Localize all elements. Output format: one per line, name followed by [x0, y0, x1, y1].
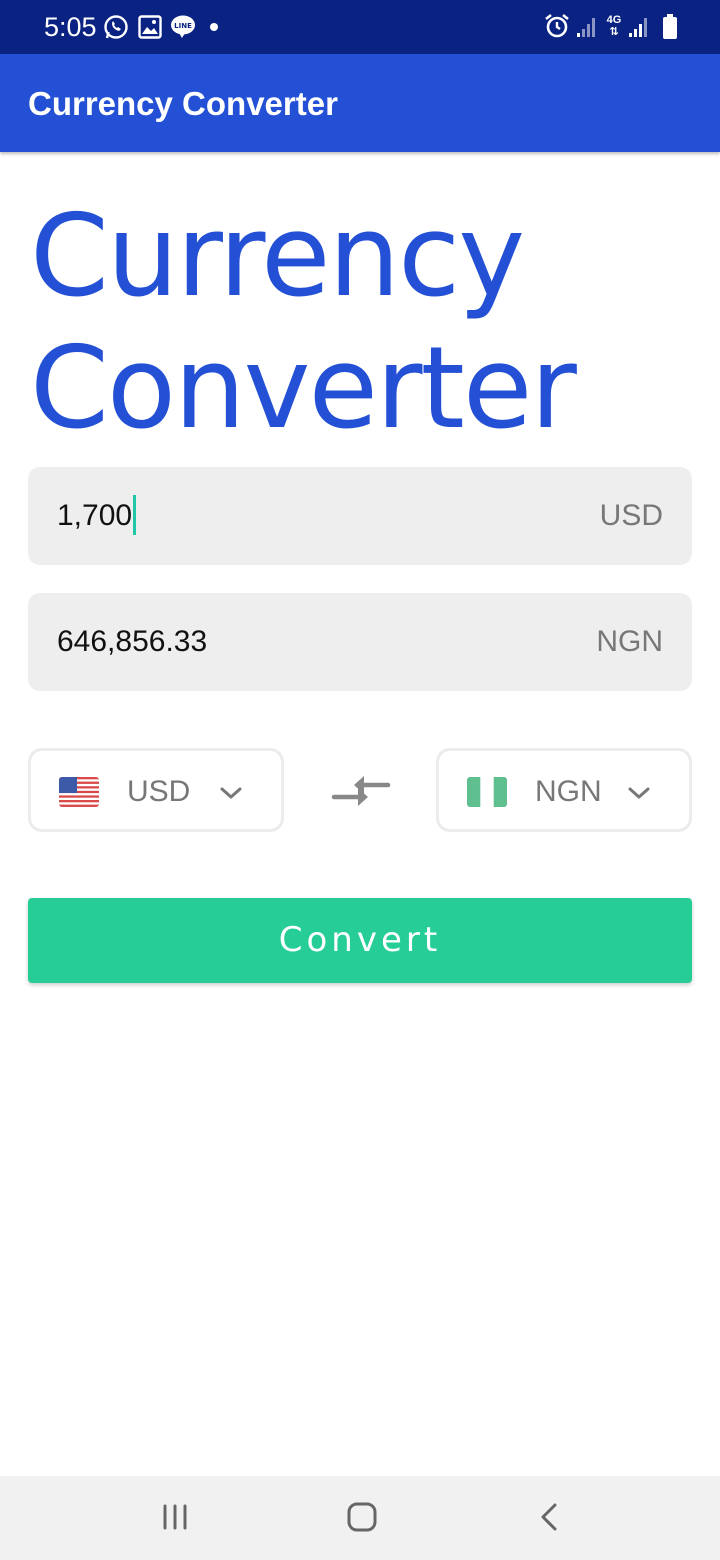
heading-line-1: Currency: [30, 190, 525, 322]
4g-icon: 4G ⇅: [606, 14, 622, 38]
text-cursor: [133, 495, 137, 536]
to-amount-value: 646,856.33: [57, 625, 208, 658]
to-currency-code: NGN: [596, 625, 663, 658]
home-icon[interactable]: [345, 1500, 379, 1534]
line-icon: LINE: [171, 15, 195, 38]
to-currency-dropdown[interactable]: NGN: [436, 748, 692, 832]
chevron-down-icon: [220, 787, 242, 799]
from-amount-value-wrap: 1,700: [57, 495, 137, 536]
chevron-down-icon: [628, 787, 650, 799]
status-bar: 5:05 LINE 4G ⇅: [0, 0, 720, 54]
us-flag-icon: [59, 777, 99, 807]
from-amount-value: 1,700: [57, 499, 133, 532]
gallery-icon: [138, 15, 162, 39]
app-bar-title: Currency Converter: [28, 85, 338, 122]
from-currency-code: USD: [599, 499, 663, 532]
battery-icon: [663, 14, 677, 39]
recent-apps-icon[interactable]: [158, 1500, 192, 1534]
convert-button[interactable]: Convert: [28, 898, 692, 983]
from-selector-code: USD: [127, 775, 191, 808]
whatsapp-icon: [104, 15, 128, 39]
network-type-label: 4G: [606, 14, 622, 26]
app-bar: Currency Converter: [0, 54, 720, 152]
from-amount-input[interactable]: 1,700 USD: [28, 467, 692, 565]
to-amount-field[interactable]: 646,856.33 NGN: [28, 593, 692, 691]
system-nav-bar: [0, 1476, 720, 1560]
to-selector-code: NGN: [535, 775, 602, 808]
heading-line-2: Converter: [30, 322, 577, 454]
dot-icon: [210, 23, 218, 31]
signal-icon: [629, 18, 647, 37]
page-heading: Currency Converter: [30, 190, 690, 454]
from-currency-dropdown[interactable]: USD: [28, 748, 284, 832]
nigeria-flag-icon: [467, 777, 507, 807]
swap-arrows-icon[interactable]: [330, 772, 392, 810]
svg-text:LINE: LINE: [174, 22, 192, 30]
back-icon[interactable]: [533, 1500, 567, 1534]
alarm-icon: [545, 13, 569, 38]
status-time: 5:05: [44, 12, 97, 42]
signal-icon: [577, 18, 595, 37]
convert-button-label: Convert: [278, 920, 442, 960]
